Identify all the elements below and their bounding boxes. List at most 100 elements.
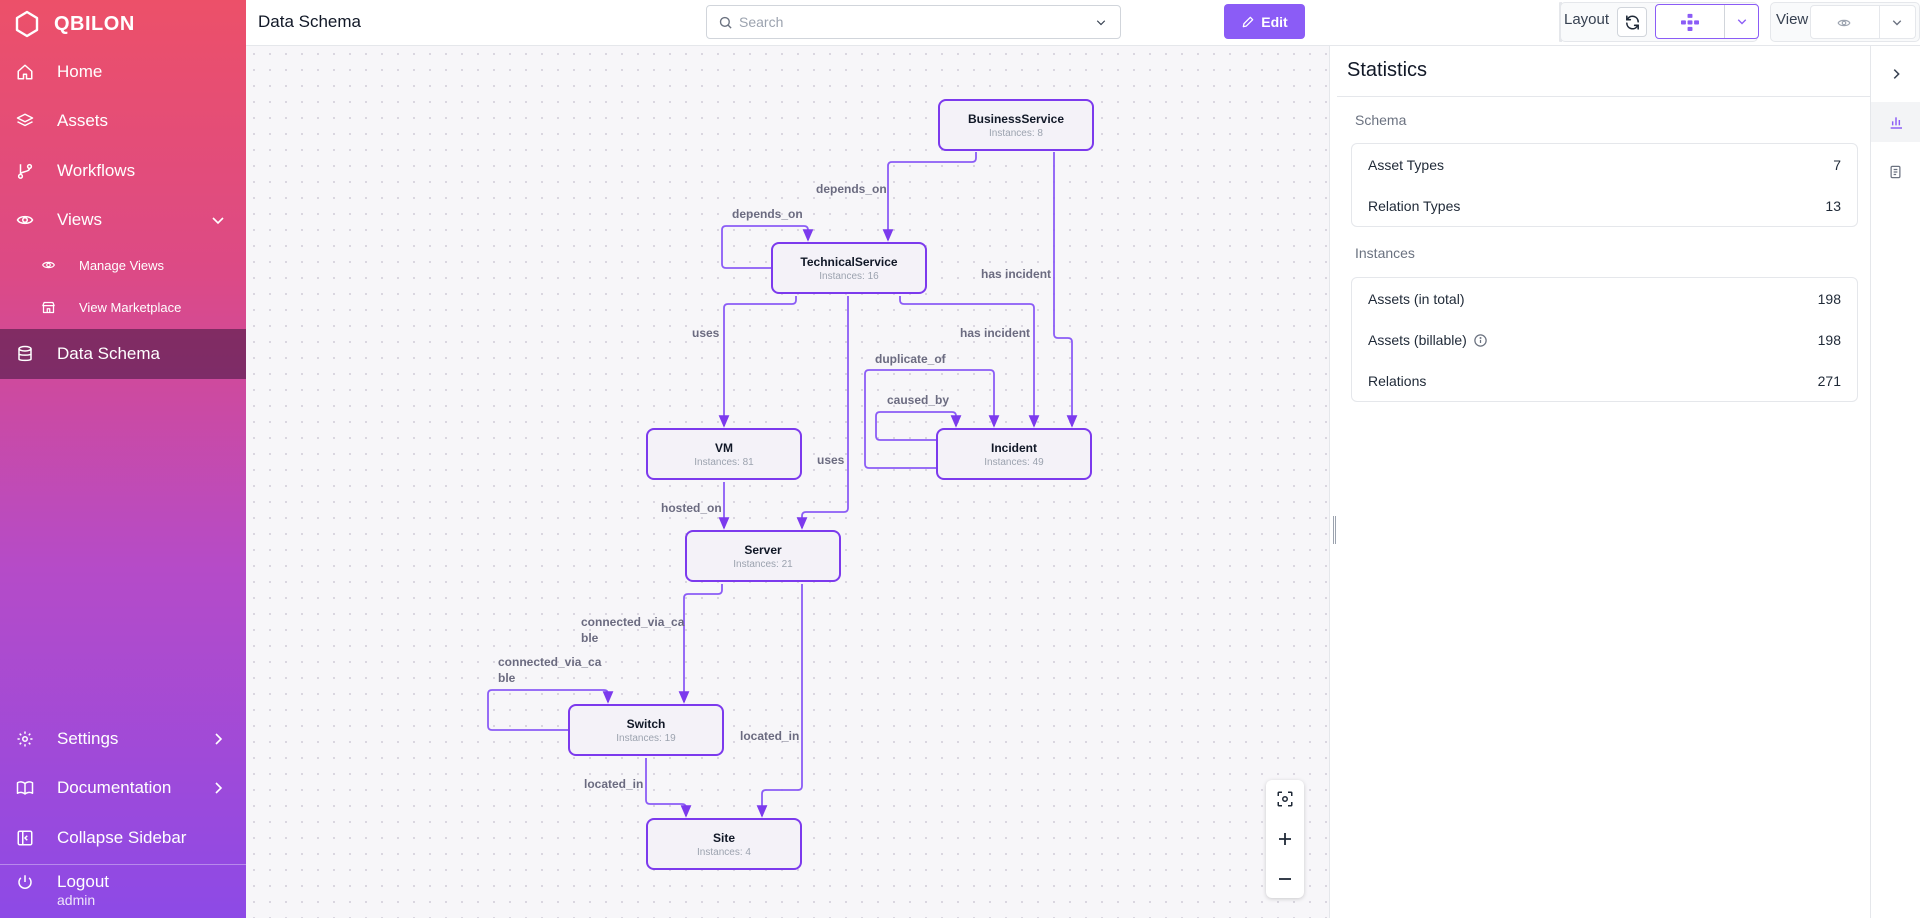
sidebar: QBILON Home Assets Workflows Views Manag… [0,0,246,918]
node-site[interactable]: Site Instances: 4 [646,818,802,870]
edit-button-label: Edit [1261,13,1288,30]
view-select[interactable] [1810,5,1916,39]
edge-label: depends_on [732,207,803,221]
node-title: TechnicalService [800,255,898,269]
sidebar-item-manage-views[interactable]: Manage Views [0,245,246,285]
node-switch[interactable]: Switch Instances: 19 [568,704,724,756]
edge-label: has incident [960,326,1031,340]
bar-chart-icon [1890,117,1902,129]
panel-resize-handle[interactable] [1329,46,1337,918]
sidebar-item-label: Logout [57,872,109,891]
minus-icon [1279,878,1291,880]
brand-name: QBILON [54,12,135,35]
brand[interactable]: QBILON [14,10,135,38]
node-instances: Instances: 81 [694,457,754,468]
collapse-panel-button[interactable] [1871,54,1920,94]
edge-uses-ts-vm[interactable] [718,296,797,428]
stat-value: 198 [1817,332,1841,348]
zoom-out-button[interactable] [1266,860,1304,898]
sidebar-item-views[interactable]: Views [0,196,246,244]
stat-label: Relations [1368,373,1427,389]
schema-card: Asset Types 7 Relation Types 13 [1351,143,1858,227]
node-incident[interactable]: Incident Instances: 49 [936,428,1092,480]
sidebar-item-home[interactable]: Home [0,48,246,96]
node-vm[interactable]: VM Instances: 81 [646,428,802,480]
sidebar-item-settings[interactable]: Settings [0,715,246,763]
search-icon [719,16,732,29]
sidebar-item-collapse[interactable]: Collapse Sidebar [0,814,246,862]
node-businessservice[interactable]: BusinessService Instances: 8 [938,99,1094,151]
info-icon[interactable] [1473,333,1488,348]
instances-section-title: Instances [1355,245,1415,261]
fit-view-icon [1277,791,1293,807]
search-box[interactable] [706,5,1121,39]
edge-label: uses [692,326,720,340]
edge-depends-on-bs-ts[interactable] [882,152,977,242]
resize-grip-icon [1333,516,1336,544]
edges-layer [487,152,1078,818]
stat-row: Assets (in total) 198 [1352,278,1857,319]
database-icon [15,344,35,364]
stat-row: Relations 271 [1352,360,1857,401]
schema-canvas[interactable]: depends_on depends_on has incident has i… [246,46,1329,918]
edge-label: located_in [740,729,800,743]
statistics-tab[interactable] [1871,102,1920,142]
search-input[interactable] [739,14,1069,30]
view-label: View [1776,11,1809,28]
chevron-down-icon [1737,19,1747,25]
sidebar-item-label: Data Schema [57,344,160,363]
divider [1337,96,1871,97]
chevron-down-icon[interactable] [1094,17,1108,29]
details-tab[interactable] [1871,152,1920,192]
gear-icon [15,729,35,749]
layout-select[interactable] [1655,4,1759,39]
home-icon [15,62,35,82]
user-name: admin [57,892,96,908]
sidebar-item-assets[interactable]: Assets [0,97,246,145]
edge-located-in-server[interactable] [756,584,803,818]
sidebar-item-label: Documentation [57,778,172,797]
sidebar-item-label: Collapse Sidebar [57,828,187,847]
sidebar-item-data-schema[interactable]: Data Schema [0,329,246,379]
chevron-down-icon [1892,20,1902,26]
chevron-right-icon [215,782,223,794]
pencil-icon [1242,16,1254,27]
chevron-right-icon [215,733,223,745]
fit-view-button[interactable] [1266,780,1304,818]
panel-rail [1871,46,1920,918]
layout-label: Layout [1564,11,1610,28]
node-server[interactable]: Server Instances: 21 [685,530,841,582]
stat-label: Assets (in total) [1368,291,1465,307]
sidebar-item-label: Assets [57,111,109,130]
document-icon [1890,165,1901,179]
hierarchy-layout-icon [1681,13,1699,31]
refresh-layout-button[interactable] [1617,7,1647,37]
stat-value: 198 [1817,291,1841,307]
edge-has-incident-bs[interactable] [1053,152,1078,428]
node-title: Switch [626,717,666,731]
eye-icon [15,210,35,230]
edge-uses-ts-server[interactable] [796,296,849,530]
sidebar-item-label: View Marketplace [79,299,182,315]
edge-label: connected_via_ca ble [498,655,602,685]
zoom-in-button[interactable] [1266,820,1304,858]
git-branch-icon [15,161,35,181]
sidebar-item-workflows[interactable]: Workflows [0,147,246,195]
edge-label: has incident [981,267,1052,281]
stat-value: 13 [1825,198,1841,214]
edit-button[interactable]: Edit [1224,4,1305,39]
node-technicalservice[interactable]: TechnicalService Instances: 16 [771,242,927,294]
sidebar-item-label: Views [57,210,103,229]
edge-located-in-switch[interactable] [645,758,692,818]
sidebar-item-label: Settings [57,729,119,748]
sidebar-icon [15,828,35,848]
sidebar-item-logout[interactable]: Logout [0,864,246,900]
stat-label: Relation Types [1368,198,1461,214]
eye-icon [40,257,56,273]
node-instances: Instances: 8 [989,128,1043,139]
edge-label: located_in [584,777,644,791]
zoom-controls [1266,780,1304,898]
sidebar-item-view-marketplace[interactable]: View Marketplace [0,287,246,327]
edge-connected-via-cable[interactable] [678,584,723,704]
sidebar-item-documentation[interactable]: Documentation [0,764,246,812]
